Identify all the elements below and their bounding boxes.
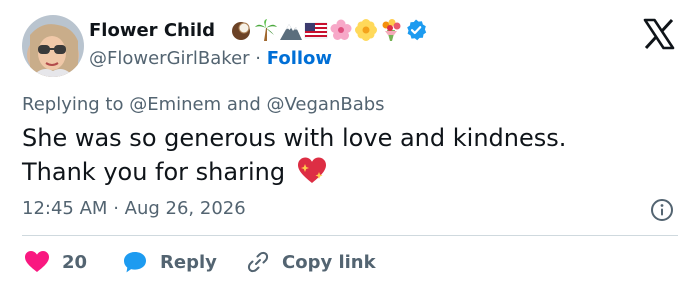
timestamp-date[interactable]: Aug 26, 2026 — [125, 198, 246, 219]
snow-mountain-emoji — [280, 24, 302, 40]
tweet-text: She was so generous with love and kindne… — [22, 121, 672, 189]
reply-bubble-icon — [124, 252, 146, 273]
palm-tree-emoji — [255, 19, 277, 41]
mention-eminem[interactable]: @Eminem — [129, 94, 221, 115]
mention-veganbabs[interactable]: @VeganBabs — [267, 94, 385, 115]
like-count: 20 — [62, 251, 88, 273]
divider — [22, 235, 678, 236]
sparkling-heart-emoji — [297, 157, 326, 183]
reply-label: Reply — [160, 251, 217, 273]
x-logo-icon[interactable] — [642, 18, 676, 54]
us-flag-emoji — [304, 22, 328, 39]
replying-to: Replying to @Eminem and @VeganBabs — [22, 94, 385, 115]
verified-badge-icon[interactable] — [404, 18, 428, 42]
blossom-emoji — [355, 19, 377, 41]
bouquet-emoji — [382, 19, 401, 41]
display-name[interactable]: Flower Child — [89, 20, 215, 41]
coconut-emoji — [232, 22, 250, 40]
tweet-line-2: Thank you for sharing — [22, 158, 286, 186]
handle-separator: · — [255, 48, 262, 69]
reply-button[interactable]: Reply — [122, 250, 217, 274]
copy-link-button[interactable]: Copy link — [246, 250, 376, 274]
display-name-emojis — [229, 18, 428, 42]
follow-button[interactable]: Follow — [267, 48, 332, 69]
user-handle[interactable]: @FlowerGirlBaker — [89, 48, 250, 69]
avatar-image — [22, 15, 84, 77]
heart-icon — [25, 251, 49, 272]
timestamp-separator: · — [113, 198, 119, 219]
copy-link-label: Copy link — [282, 251, 376, 273]
handle-row: @FlowerGirlBaker · Follow — [89, 48, 332, 69]
link-icon — [247, 251, 269, 273]
like-button[interactable]: 20 — [24, 250, 87, 274]
timestamp-time[interactable]: 12:45 AM — [22, 198, 107, 219]
tweet-line-2-wrap: Thank you for sharing — [22, 155, 672, 189]
replying-prefix: Replying to — [22, 94, 124, 115]
replying-conjunction: and — [226, 94, 261, 115]
tweet-timestamp[interactable]: 12:45 AM · Aug 26, 2026 — [22, 198, 246, 219]
cherry-blossom-emoji — [330, 19, 352, 40]
info-icon[interactable] — [650, 198, 674, 226]
avatar[interactable] — [22, 15, 84, 77]
tweet-line-1: She was so generous with love and kindne… — [22, 124, 567, 152]
